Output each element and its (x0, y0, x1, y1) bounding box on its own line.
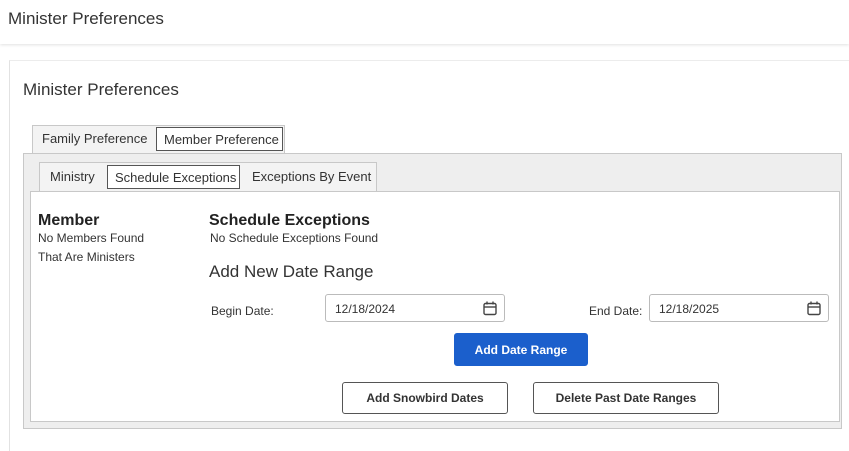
tab-exceptions-by-event[interactable]: Exceptions By Event (252, 169, 371, 184)
end-date-value: 12/18/2025 (659, 302, 720, 316)
top-bar: Minister Preferences (0, 0, 849, 44)
begin-date-label: Begin Date: (211, 304, 274, 318)
begin-date-input[interactable]: 12/18/2024 (325, 294, 505, 322)
calendar-icon[interactable] (807, 301, 821, 316)
add-date-range-button[interactable]: Add Date Range (454, 333, 588, 366)
page-title: Minister Preferences (23, 80, 179, 99)
tab-member-preference[interactable]: Member Preference (156, 127, 283, 151)
end-date-label: End Date: (589, 304, 643, 318)
end-date-input[interactable]: 12/18/2025 (649, 294, 829, 322)
member-empty-line1: No Members Found (38, 231, 145, 245)
begin-date-value: 12/18/2024 (335, 302, 396, 316)
schedule-exceptions-empty: No Schedule Exceptions Found (210, 231, 379, 245)
calendar-icon[interactable] (483, 301, 497, 316)
member-empty-line2: That Are Ministers (38, 250, 135, 264)
tab-ministry[interactable]: Ministry (50, 169, 95, 184)
add-date-range-heading: Add New Date Range (209, 262, 374, 281)
add-snowbird-dates-button[interactable]: Add Snowbird Dates (342, 382, 508, 414)
schedule-exceptions-heading: Schedule Exceptions (209, 212, 370, 229)
header-title: Minister Preferences (8, 9, 164, 28)
member-heading: Member (38, 212, 100, 229)
tab-schedule-exceptions[interactable]: Schedule Exceptions (107, 165, 240, 189)
delete-past-date-ranges-button[interactable]: Delete Past Date Ranges (533, 382, 719, 414)
tab-family-preference[interactable]: Family Preference (42, 131, 147, 146)
